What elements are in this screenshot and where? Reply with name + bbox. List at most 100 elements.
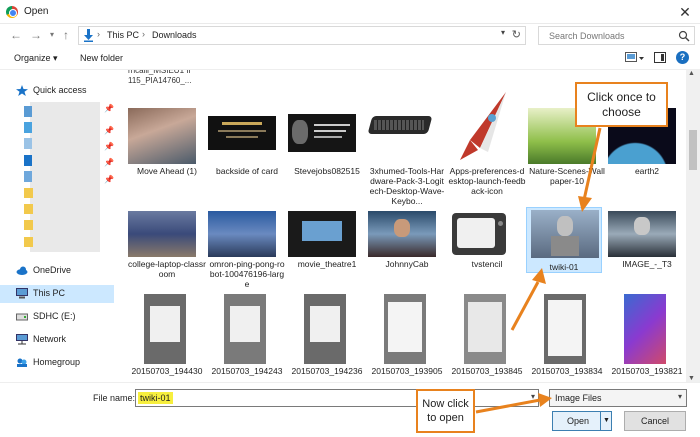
file-item[interactable]: Stevejobs082515 bbox=[288, 108, 366, 188]
file-item[interactable]: 20150703_193821 bbox=[608, 294, 686, 382]
desktop-icon bbox=[24, 106, 32, 117]
address-dropdown-icon[interactable]: ▾ bbox=[501, 28, 505, 37]
file-item[interactable]: 20150703_193845 bbox=[448, 294, 526, 382]
partial-file-caption[interactable]: rricaiii_iviSIEU1 II 115_PIA14760_... bbox=[128, 70, 202, 86]
scroll-up-icon[interactable]: ▲ bbox=[688, 70, 695, 77]
scroll-down-icon[interactable]: ▼ bbox=[688, 375, 695, 382]
folder-icon bbox=[24, 204, 33, 214]
search-icon[interactable] bbox=[678, 30, 690, 42]
file-item[interactable]: movie_theatre1 bbox=[288, 211, 366, 291]
sidebar-label: Quick access bbox=[33, 85, 87, 95]
vertical-scrollbar[interactable]: ▲ ▼ bbox=[686, 70, 700, 382]
breadcrumb-separator[interactable]: › bbox=[97, 29, 100, 39]
callout-click-once: Click once to choose bbox=[575, 82, 668, 127]
file-item[interactable]: college-laptop-classroom bbox=[128, 211, 206, 291]
chevron-down-icon[interactable]: ▾ bbox=[531, 392, 535, 401]
file-name: Nature-Scenes-Wallpaper-10 bbox=[529, 166, 605, 186]
file-item[interactable]: backside of card bbox=[208, 108, 286, 188]
file-thumbnail bbox=[448, 211, 516, 257]
network-icon bbox=[16, 334, 28, 345]
file-name-input[interactable]: twiki-01 ▾ bbox=[135, 389, 539, 407]
file-thumbnail bbox=[128, 108, 196, 164]
file-item[interactable]: tvstencil bbox=[448, 211, 526, 291]
download-folder-icon bbox=[24, 122, 32, 133]
file-thumbnail bbox=[367, 108, 436, 164]
file-item-selected[interactable]: twiki-01 bbox=[526, 207, 602, 273]
cancel-button[interactable]: Cancel bbox=[624, 411, 686, 431]
file-name: twiki-01 bbox=[549, 262, 579, 272]
homegroup-icon bbox=[17, 358, 27, 367]
help-icon[interactable]: ? bbox=[676, 51, 689, 64]
file-thumbnail bbox=[288, 211, 356, 257]
file-name-value: twiki-01 bbox=[138, 392, 173, 404]
sidebar-label: SDHC (E:) bbox=[33, 311, 76, 321]
file-name: 20150703_194430 bbox=[131, 366, 203, 376]
breadcrumb-this-pc[interactable]: This PC bbox=[107, 30, 139, 40]
up-arrow-icon[interactable]: ↑ bbox=[58, 27, 74, 43]
file-item[interactable]: JohnnyCab bbox=[368, 211, 446, 291]
sidebar-item-this-pc[interactable]: This PC bbox=[0, 285, 114, 303]
file-name: 20150703_194243 bbox=[211, 366, 283, 376]
pin-icon: 📌 bbox=[104, 126, 114, 135]
file-item[interactable]: 20150703_194430 bbox=[128, 294, 206, 382]
file-thumbnail bbox=[608, 211, 676, 257]
file-item[interactable]: Move Ahead (1) bbox=[128, 108, 206, 188]
folder-icon bbox=[24, 188, 33, 198]
sidebar-label: Network bbox=[33, 334, 67, 344]
refresh-icon[interactable]: ↻ bbox=[512, 28, 521, 41]
file-thumbnail bbox=[144, 294, 186, 364]
file-name: Stevejobs082515 bbox=[294, 166, 360, 176]
file-item[interactable]: 20150703_193905 bbox=[368, 294, 446, 382]
open-button-label: Open bbox=[567, 416, 590, 426]
chevron-down-icon[interactable]: ▾ bbox=[678, 392, 682, 401]
file-thumbnail bbox=[624, 294, 666, 364]
search-input[interactable]: Search Downloads bbox=[538, 26, 695, 45]
file-item[interactable]: IMAGE_-_T3 bbox=[608, 211, 686, 291]
file-item[interactable]: 20150703_194243 bbox=[208, 294, 286, 382]
sidebar-item-quick-access[interactable]: Quick access bbox=[6, 82, 112, 100]
file-name: 3xhumed-Tools-Hardware-Pack-3-Logitech-D… bbox=[369, 166, 445, 206]
file-thumbnail bbox=[208, 116, 276, 150]
open-options-chevron-icon[interactable]: ▼ bbox=[600, 412, 612, 430]
new-folder-button[interactable]: New folder bbox=[80, 53, 123, 63]
sidebar-item-sdhc[interactable]: SDHC (E:) bbox=[6, 308, 112, 326]
file-thumbnail bbox=[544, 294, 586, 364]
file-item[interactable]: 3xhumed-Tools-Hardware-Pack-3-Logitech-D… bbox=[367, 108, 446, 208]
blurred-region bbox=[30, 102, 100, 252]
file-name: Move Ahead (1) bbox=[136, 166, 197, 176]
sidebar-item-homegroup[interactable]: Homegroup bbox=[6, 354, 112, 372]
file-thumbnail bbox=[288, 114, 356, 152]
file-type-select[interactable]: Image Files ▾ bbox=[549, 389, 687, 407]
file-thumbnail bbox=[224, 294, 266, 364]
sidebar-item-onedrive[interactable]: OneDrive bbox=[6, 262, 112, 280]
sidebar-item-network[interactable]: Network bbox=[6, 331, 112, 349]
pin-icon: 📌 bbox=[104, 142, 114, 151]
address-bar[interactable]: › This PC › Downloads ▾ ↻ bbox=[78, 26, 526, 45]
scroll-thumb[interactable] bbox=[689, 130, 697, 170]
breadcrumb-separator[interactable]: › bbox=[142, 29, 145, 39]
file-name: Apps-preferences-desktop-launch-feedback… bbox=[448, 166, 526, 196]
back-arrow-icon[interactable]: ← bbox=[8, 27, 24, 43]
file-thumbnail bbox=[304, 294, 346, 364]
open-button[interactable]: Open ▼ bbox=[552, 411, 612, 431]
file-item[interactable]: Apps-preferences-desktop-launch-feedback… bbox=[448, 88, 526, 198]
file-item[interactable]: 20150703_193834 bbox=[528, 294, 606, 382]
file-thumbnail bbox=[531, 210, 599, 258]
sidebar-label: OneDrive bbox=[33, 265, 72, 275]
preview-pane-icon[interactable] bbox=[654, 52, 666, 63]
computer-icon bbox=[16, 288, 28, 299]
organize-button[interactable]: Organize ▾ bbox=[14, 53, 58, 64]
forward-arrow-icon[interactable]: → bbox=[28, 27, 44, 43]
file-thumbnail bbox=[368, 211, 436, 257]
pin-icon: 📌 bbox=[104, 158, 114, 167]
file-item[interactable]: omron-ping-pong-robot-100476196-large bbox=[208, 211, 286, 301]
breadcrumb-downloads[interactable]: Downloads bbox=[152, 30, 197, 40]
file-name: 20150703_193821 bbox=[611, 366, 683, 376]
file-name: backside of card bbox=[216, 166, 278, 176]
file-thumbnail bbox=[128, 211, 196, 257]
change-view-icon[interactable] bbox=[625, 52, 645, 64]
documents-icon bbox=[24, 138, 32, 149]
close-icon[interactable]: ✕ bbox=[676, 3, 694, 21]
file-item[interactable]: 20150703_194236 bbox=[288, 294, 366, 382]
star-icon bbox=[16, 85, 28, 96]
